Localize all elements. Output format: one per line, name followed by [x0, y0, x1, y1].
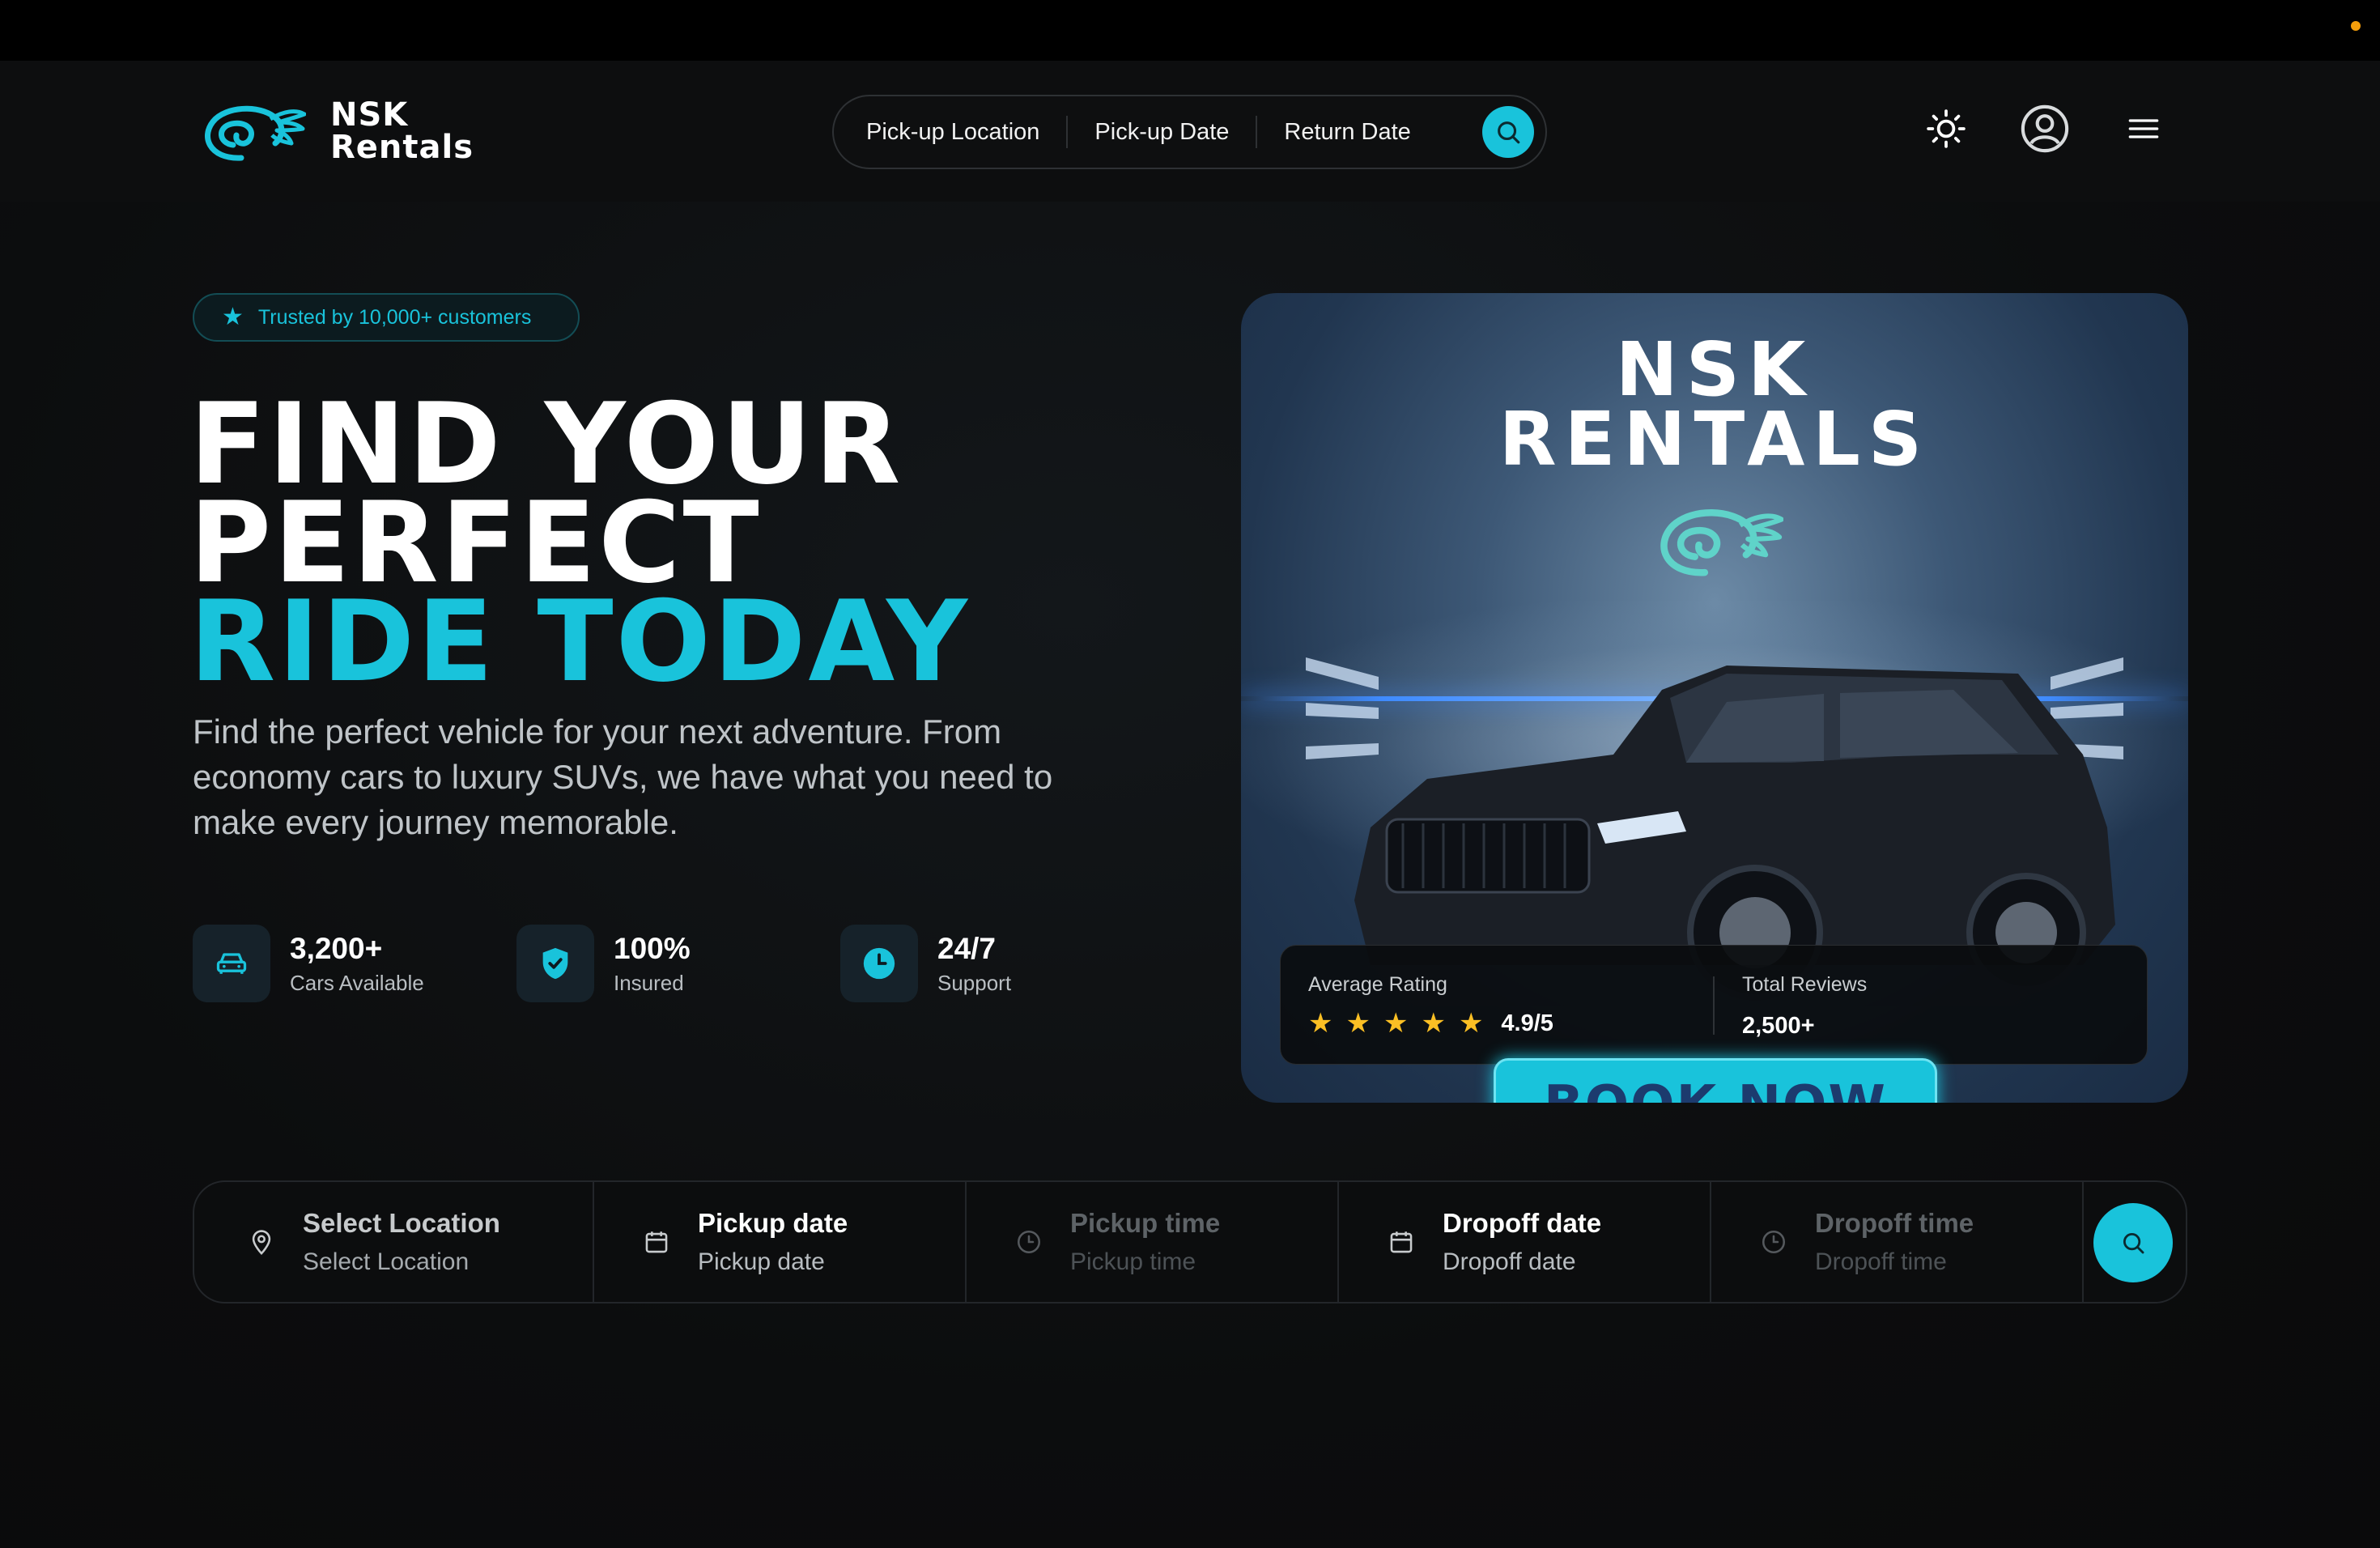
pickup-time-field-value: Pickup time: [1070, 1248, 1196, 1275]
dropoff-time-field-title: Dropoff time: [1815, 1208, 1974, 1238]
header-search-button[interactable]: [1482, 106, 1534, 158]
star-icon: ★: [222, 304, 244, 330]
clock-icon: [1762, 1230, 1786, 1254]
stat-insured: 100% Insured: [516, 925, 751, 1002]
pickup-date-field[interactable]: Pickup date Pickup date: [594, 1182, 967, 1302]
header-search-bar[interactable]: Pick-up Location Pick-up Date Return Dat…: [832, 95, 1547, 169]
hero-lead-text: Find the perfect vehicle for your next a…: [193, 712, 1053, 841]
headline-accent: RIDE TODAY: [189, 576, 970, 707]
location-field[interactable]: Select Location Select Location: [194, 1182, 594, 1302]
rating-stars: ★ ★ ★ ★ ★ 4.9/5: [1308, 1010, 1553, 1037]
rating-value: 4.9/5: [1501, 1010, 1553, 1036]
calendar-icon: [645, 1231, 668, 1253]
dropoff-time-field-value: Dropoff time: [1815, 1248, 1947, 1275]
stat-insured-label: Insured: [614, 970, 684, 995]
promo-wing-logo-icon: [1660, 509, 1783, 576]
pickup-time-field[interactable]: Pickup time Pickup time: [967, 1182, 1339, 1302]
reviews-value: 2,500+: [1742, 1013, 1815, 1039]
brand-name: NSK Rentals: [330, 99, 474, 164]
account-button[interactable]: [2019, 103, 2071, 155]
trust-badge: ★ Trusted by 10,000+ customers: [193, 293, 580, 342]
notification-dot: [2351, 21, 2361, 31]
brand-logo[interactable]: NSK Rentals: [193, 95, 474, 168]
user-circle-icon: [2021, 104, 2069, 153]
pickup-date-field-title: Pickup date: [698, 1208, 848, 1238]
clock-icon: [1017, 1230, 1041, 1254]
book-now-button[interactable]: BOOK NOW: [1494, 1058, 1937, 1103]
car-icon: [216, 953, 247, 974]
stat-cars-value: 3,200+: [290, 931, 383, 965]
search-icon: [1498, 121, 1520, 144]
stat-insured-icon-box: [516, 925, 594, 1002]
rating-star-icon: ★: [1308, 1007, 1333, 1040]
calendar-icon: [1390, 1231, 1413, 1253]
rating-star-icon: ★: [1345, 1007, 1371, 1040]
stat-cars-icon-box: [193, 925, 270, 1002]
map-pin-icon: [252, 1230, 271, 1256]
dropoff-date-field-title: Dropoff date: [1443, 1208, 1602, 1238]
pickup-date-field-value: Pickup date: [698, 1248, 825, 1275]
stat-cars-label: Cars Available: [290, 970, 424, 995]
dropoff-date-field[interactable]: Dropoff date Dropoff date: [1339, 1182, 1711, 1302]
location-field-title: Select Location: [303, 1208, 500, 1238]
rating-label: Average Rating: [1308, 973, 1447, 996]
brand-name-line2: Rentals: [330, 129, 474, 166]
clock-icon: [863, 947, 895, 980]
menu-icon: [2128, 119, 2159, 138]
trust-badge-text: Trusted by 10,000+ customers: [257, 305, 532, 329]
promo-title-line1: NSK: [1615, 326, 1814, 413]
shield-check-icon: [542, 947, 568, 980]
stat-support-icon-box: [840, 925, 918, 1002]
hero-headline: FIND YOUR PERFECT RIDE TODAY: [189, 389, 1242, 707]
hero-stats: 3,200+ Cars Available 100% Insured 24/7 …: [193, 925, 1075, 1002]
rating-divider: [1713, 976, 1715, 1035]
pickup-location-segment[interactable]: Pick-up Location: [866, 116, 1069, 148]
menu-button[interactable]: [2118, 103, 2170, 155]
location-field-value: Select Location: [303, 1248, 470, 1275]
pickup-date-segment[interactable]: Pick-up Date: [1068, 116, 1258, 148]
reviews-label: Total Reviews: [1742, 973, 1868, 996]
sun-icon: [1927, 109, 1966, 148]
return-date-segment[interactable]: Return Date: [1257, 116, 1437, 148]
rating-star-icon: ★: [1458, 1007, 1484, 1040]
stat-support-label: Support: [937, 970, 1012, 995]
promo-title-line2: RENTALS: [1498, 396, 1931, 483]
booking-search-bar: Select Location Select Location Pickup d…: [193, 1180, 2187, 1303]
dropoff-date-field-value: Dropoff date: [1443, 1248, 1576, 1275]
pickup-time-field-title: Pickup time: [1070, 1208, 1221, 1238]
stat-support: 24/7 Support: [840, 925, 1075, 1002]
rating-star-icon: ★: [1383, 1007, 1409, 1040]
rating-star-icon: ★: [1421, 1007, 1446, 1040]
stat-support-value: 24/7: [937, 931, 997, 965]
wing-logo-icon: [205, 105, 306, 161]
dropoff-time-field[interactable]: Dropoff time Dropoff time: [1711, 1182, 2084, 1302]
promo-title: NSK RENTALS: [1241, 326, 2188, 483]
promo-card[interactable]: NSK RENTALS Average Rating ★ ★ ★ ★ ★ 4.9…: [1241, 293, 2188, 1103]
search-icon: [2123, 1232, 2144, 1254]
stat-cars: 3,200+ Cars Available: [193, 925, 427, 1002]
stat-insured-value: 100%: [614, 931, 691, 965]
top-strip: [0, 0, 2380, 61]
theme-toggle-button[interactable]: [1920, 103, 1972, 155]
booking-search-button[interactable]: [2093, 1203, 2173, 1282]
brand-name-line1: NSK: [330, 96, 409, 134]
site-header: NSK Rentals Pick-up Location Pick-up Dat…: [0, 61, 2380, 202]
rating-panel: Average Rating ★ ★ ★ ★ ★ 4.9/5 Total Rev…: [1280, 945, 2148, 1065]
